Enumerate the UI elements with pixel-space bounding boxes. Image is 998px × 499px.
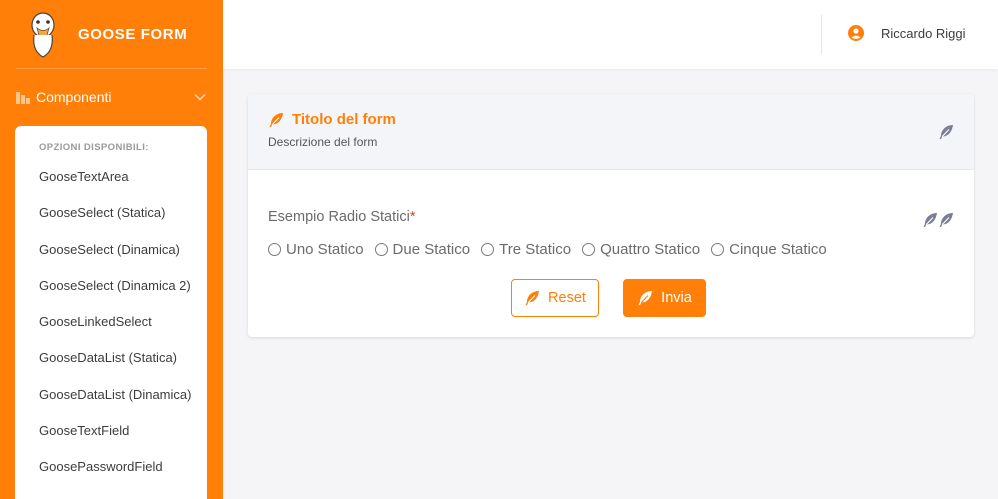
- radio-option[interactable]: Cinque Statico: [711, 241, 827, 258]
- feather-icon: [939, 213, 953, 227]
- menu-item-gooseselect-dinamica[interactable]: GooseSelect (Dinamica): [15, 243, 207, 280]
- feather-icon: [923, 213, 937, 227]
- menu-item-goosetextfield[interactable]: GooseTextField: [15, 424, 207, 461]
- radio-label: Due Statico: [392, 241, 471, 258]
- feather-icon: [269, 112, 283, 127]
- radio-button[interactable]: [481, 243, 495, 256]
- menu-item-goosedatalist-dinamica[interactable]: GooseDataList (Dinamica): [15, 388, 207, 425]
- form-title: Titolo del form: [268, 111, 396, 128]
- menu-item-gooselinkedselect[interactable]: GooseLinkedSelect: [15, 315, 207, 352]
- required-mark: *: [409, 209, 416, 225]
- radio-option[interactable]: Due Statico: [374, 241, 471, 258]
- feather-icon: [939, 125, 953, 139]
- radio-label: Quattro Statico: [600, 241, 701, 258]
- feather-icon: [525, 291, 540, 305]
- feather-icon: [638, 291, 653, 305]
- radio-label: Tre Statico: [499, 241, 572, 258]
- radio-button[interactable]: [268, 243, 281, 256]
- brand[interactable]: GOOSE FORM: [0, 0, 223, 69]
- menu-panel: OPZIONI DISPONIBILI: GooseTextArea Goose…: [15, 126, 207, 499]
- topbar: Riccardo Riggi: [223, 0, 998, 69]
- user-name: Riccardo Riggi: [881, 25, 966, 41]
- radio-button[interactable]: [711, 243, 725, 256]
- radio-option[interactable]: Tre Statico: [481, 241, 571, 258]
- radio-group: Uno Statico Due Statico Tre Statico Quat…: [268, 241, 838, 258]
- user-circle-icon: [848, 25, 864, 41]
- menu-item-gooseselect-statica[interactable]: GooseSelect (Statica): [15, 206, 207, 243]
- radio-option[interactable]: Quattro Statico: [582, 241, 700, 258]
- menu-item-goosedatalist-statica[interactable]: GooseDataList (Statica): [15, 351, 207, 388]
- field-icons: [922, 212, 954, 228]
- menu-item-goosetextarea[interactable]: GooseTextArea: [15, 170, 207, 207]
- reset-button[interactable]: Reset: [511, 279, 599, 317]
- chevron-down-icon[interactable]: [193, 90, 207, 104]
- chart-icon: [16, 92, 30, 104]
- form-card: Titolo del form Descrizione del form Ese…: [248, 94, 974, 337]
- sidebar: GOOSE FORM Componenti OPZIONI DISPONIBIL…: [0, 0, 223, 499]
- topbar-divider: [821, 15, 822, 54]
- user-menu[interactable]: Riccardo Riggi: [848, 25, 966, 41]
- radio-option[interactable]: Uno Statico: [268, 241, 364, 258]
- menu-item-gooseselect-dinamica-2[interactable]: GooseSelect (Dinamica 2): [15, 279, 207, 316]
- form-description: Descrizione del form: [268, 135, 378, 149]
- radio-button[interactable]: [374, 243, 388, 256]
- form-title-text: Titolo del form: [292, 111, 396, 128]
- radio-field-label-text: Esempio Radio Statici: [268, 209, 410, 225]
- submit-button[interactable]: Invia: [623, 279, 706, 317]
- menu-componenti[interactable]: Componenti: [0, 69, 223, 125]
- menu-componenti-label: Componenti: [36, 89, 112, 105]
- brand-name: GOOSE FORM: [78, 26, 188, 43]
- menu-item-goosepasswordfield[interactable]: GoosePasswordField: [15, 460, 207, 497]
- radio-button[interactable]: [582, 243, 596, 256]
- form-card-header: Titolo del form Descrizione del form: [248, 94, 974, 170]
- goose-logo: [31, 11, 55, 58]
- radio-label: Cinque Statico: [729, 241, 827, 258]
- reset-button-label: Reset: [548, 290, 586, 306]
- radio-field-label: Esempio Radio Statici*: [268, 209, 416, 225]
- menu-section-title: OPZIONI DISPONIBILI:: [39, 142, 149, 153]
- radio-label: Uno Statico: [286, 241, 364, 258]
- submit-button-label: Invia: [661, 290, 692, 306]
